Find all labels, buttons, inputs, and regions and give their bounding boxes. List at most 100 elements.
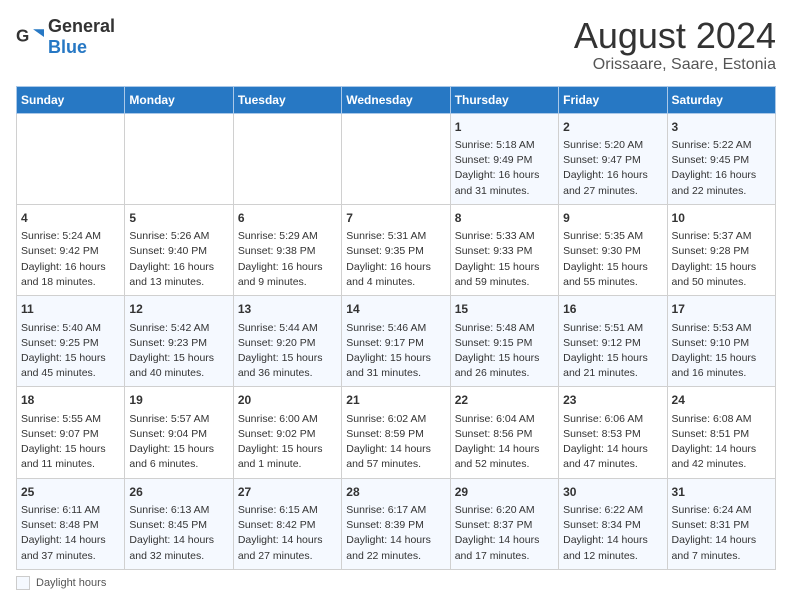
calendar-cell: 30Sunrise: 6:22 AMSunset: 8:34 PMDayligh… [559,478,667,569]
cell-text: Sunset: 9:20 PM [238,336,337,351]
calendar-cell: 4Sunrise: 5:24 AMSunset: 9:42 PMDaylight… [17,204,125,295]
cell-text: Sunset: 9:28 PM [672,244,771,259]
cell-text: Sunrise: 5:26 AM [129,229,228,244]
cell-text: Sunset: 9:17 PM [346,336,445,351]
calendar-cell [17,113,125,204]
cell-text: Sunset: 9:45 PM [672,153,771,168]
calendar-cell: 28Sunrise: 6:17 AMSunset: 8:39 PMDayligh… [342,478,450,569]
cell-text: Sunrise: 5:55 AM [21,412,120,427]
cell-text: Daylight: 14 hours and 47 minutes. [563,442,662,472]
cell-text: Sunrise: 5:18 AM [455,138,554,153]
cell-text: Sunrise: 5:20 AM [563,138,662,153]
logo-blue: Blue [48,37,87,57]
week-row-3: 11Sunrise: 5:40 AMSunset: 9:25 PMDayligh… [17,296,776,387]
cell-text: Sunrise: 5:29 AM [238,229,337,244]
calendar-cell: 7Sunrise: 5:31 AMSunset: 9:35 PMDaylight… [342,204,450,295]
cell-text: Sunrise: 5:24 AM [21,229,120,244]
header-row: SundayMondayTuesdayWednesdayThursdayFrid… [17,86,776,113]
cell-text: Sunrise: 5:51 AM [563,321,662,336]
page-subtitle: Orissaare, Saare, Estonia [574,56,776,74]
cell-text: Sunset: 8:45 PM [129,518,228,533]
cell-text: Daylight: 14 hours and 37 minutes. [21,533,120,563]
day-number: 3 [672,119,771,136]
calendar-table: SundayMondayTuesdayWednesdayThursdayFrid… [16,86,776,570]
cell-text: Daylight: 16 hours and 13 minutes. [129,260,228,290]
cell-text: Sunset: 8:48 PM [21,518,120,533]
day-number: 5 [129,210,228,227]
col-header-thursday: Thursday [450,86,558,113]
calendar-cell: 24Sunrise: 6:08 AMSunset: 8:51 PMDayligh… [667,387,775,478]
day-number: 31 [672,484,771,501]
cell-text: Sunset: 8:42 PM [238,518,337,533]
cell-text: Daylight: 14 hours and 42 minutes. [672,442,771,472]
cell-text: Sunrise: 5:37 AM [672,229,771,244]
col-header-tuesday: Tuesday [233,86,341,113]
cell-text: Sunset: 9:10 PM [672,336,771,351]
week-row-2: 4Sunrise: 5:24 AMSunset: 9:42 PMDaylight… [17,204,776,295]
day-number: 29 [455,484,554,501]
calendar-cell: 8Sunrise: 5:33 AMSunset: 9:33 PMDaylight… [450,204,558,295]
cell-text: Sunset: 9:15 PM [455,336,554,351]
day-number: 1 [455,119,554,136]
cell-text: Daylight: 14 hours and 27 minutes. [238,533,337,563]
cell-text: Sunrise: 5:31 AM [346,229,445,244]
day-number: 27 [238,484,337,501]
cell-text: Daylight: 16 hours and 9 minutes. [238,260,337,290]
day-number: 10 [672,210,771,227]
cell-text: Daylight: 15 hours and 59 minutes. [455,260,554,290]
cell-text: Sunrise: 6:02 AM [346,412,445,427]
legend-box [16,576,30,590]
calendar-cell: 22Sunrise: 6:04 AMSunset: 8:56 PMDayligh… [450,387,558,478]
day-number: 8 [455,210,554,227]
calendar-cell: 25Sunrise: 6:11 AMSunset: 8:48 PMDayligh… [17,478,125,569]
cell-text: Sunrise: 6:17 AM [346,503,445,518]
cell-text: Daylight: 16 hours and 31 minutes. [455,168,554,198]
calendar-cell [342,113,450,204]
cell-text: Sunrise: 6:24 AM [672,503,771,518]
cell-text: Daylight: 15 hours and 26 minutes. [455,351,554,381]
cell-text: Daylight: 16 hours and 4 minutes. [346,260,445,290]
cell-text: Sunrise: 5:48 AM [455,321,554,336]
calendar-cell: 18Sunrise: 5:55 AMSunset: 9:07 PMDayligh… [17,387,125,478]
cell-text: Sunset: 8:31 PM [672,518,771,533]
day-number: 16 [563,301,662,318]
cell-text: Sunrise: 5:42 AM [129,321,228,336]
cell-text: Daylight: 15 hours and 45 minutes. [21,351,120,381]
calendar-cell: 10Sunrise: 5:37 AMSunset: 9:28 PMDayligh… [667,204,775,295]
day-number: 12 [129,301,228,318]
day-number: 4 [21,210,120,227]
cell-text: Daylight: 15 hours and 31 minutes. [346,351,445,381]
calendar-cell: 27Sunrise: 6:15 AMSunset: 8:42 PMDayligh… [233,478,341,569]
cell-text: Sunrise: 6:00 AM [238,412,337,427]
cell-text: Daylight: 16 hours and 22 minutes. [672,168,771,198]
cell-text: Sunset: 9:49 PM [455,153,554,168]
cell-text: Daylight: 15 hours and 36 minutes. [238,351,337,381]
col-header-monday: Monday [125,86,233,113]
cell-text: Sunset: 9:30 PM [563,244,662,259]
calendar-cell: 14Sunrise: 5:46 AMSunset: 9:17 PMDayligh… [342,296,450,387]
calendar-cell: 9Sunrise: 5:35 AMSunset: 9:30 PMDaylight… [559,204,667,295]
week-row-1: 1Sunrise: 5:18 AMSunset: 9:49 PMDaylight… [17,113,776,204]
day-number: 17 [672,301,771,318]
title-section: August 2024 Orissaare, Saare, Estonia [574,16,776,74]
day-number: 22 [455,392,554,409]
day-number: 24 [672,392,771,409]
cell-text: Sunset: 9:23 PM [129,336,228,351]
logo-general: General [48,16,115,36]
calendar-cell: 11Sunrise: 5:40 AMSunset: 9:25 PMDayligh… [17,296,125,387]
cell-text: Sunset: 8:37 PM [455,518,554,533]
legend-label: Daylight hours [36,577,106,589]
calendar-cell: 2Sunrise: 5:20 AMSunset: 9:47 PMDaylight… [559,113,667,204]
cell-text: Sunset: 9:02 PM [238,427,337,442]
cell-text: Sunset: 8:59 PM [346,427,445,442]
cell-text: Sunrise: 6:11 AM [21,503,120,518]
day-number: 15 [455,301,554,318]
day-number: 11 [21,301,120,318]
cell-text: Daylight: 16 hours and 27 minutes. [563,168,662,198]
calendar-cell [233,113,341,204]
cell-text: Sunset: 9:12 PM [563,336,662,351]
cell-text: Sunset: 9:40 PM [129,244,228,259]
calendar-cell: 3Sunrise: 5:22 AMSunset: 9:45 PMDaylight… [667,113,775,204]
day-number: 2 [563,119,662,136]
calendar-cell: 29Sunrise: 6:20 AMSunset: 8:37 PMDayligh… [450,478,558,569]
